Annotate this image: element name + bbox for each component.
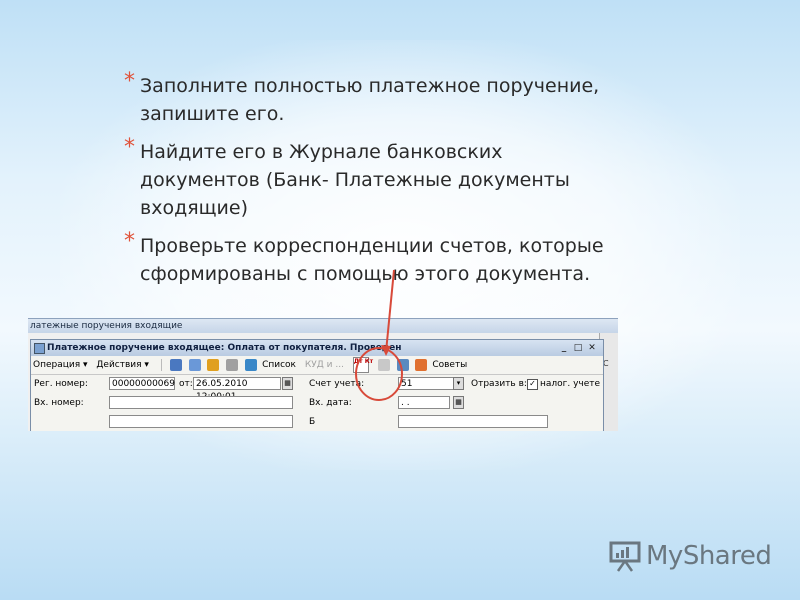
tax-checkbox[interactable]: ✓ xyxy=(527,379,538,390)
in-number-input[interactable] xyxy=(109,396,293,409)
asterisk-icon: * xyxy=(124,229,135,254)
kud-button[interactable]: КУД и ... xyxy=(305,356,344,374)
minimize-button[interactable]: _ xyxy=(557,340,571,356)
form-row-partial: Б xyxy=(31,413,603,431)
bullet-text: Заполните полностью платежное поручение,… xyxy=(140,75,600,125)
in-date-input[interactable]: . . xyxy=(398,396,450,409)
form-row-reg: Рег. номер: 00000000069 от: 26.05.2010 1… xyxy=(31,375,603,402)
partial-label: Б xyxy=(309,417,316,427)
operation-menu[interactable]: Операция ▾ xyxy=(33,356,88,374)
window-title: Платежное поручение входящее: Оплата от … xyxy=(47,343,402,353)
account-label: Счет учета: xyxy=(309,379,365,389)
account-input[interactable]: 51 xyxy=(398,377,456,390)
from-label: от: xyxy=(179,379,193,389)
toolbar: Операция ▾ Действия ▾ Список КУД и ... Д… xyxy=(31,356,603,375)
window-controls: _ □ ✕ xyxy=(557,340,599,356)
settings-icon[interactable] xyxy=(396,358,409,371)
asterisk-icon: * xyxy=(124,135,135,160)
in-date-label: Вх. дата: xyxy=(309,398,352,408)
in-number-label: Вх. номер: xyxy=(34,398,84,408)
close-button[interactable]: ✕ xyxy=(585,340,599,356)
list-button[interactable]: Список xyxy=(262,356,296,374)
embedded-screenshot: латежные поручения входящие С Платежное … xyxy=(28,318,618,431)
account-dropdown-button[interactable]: ▾ xyxy=(453,377,464,390)
partial-input[interactable] xyxy=(109,415,293,428)
tips-icon[interactable] xyxy=(415,358,428,371)
document-window: Платежное поручение входящее: Оплата от … xyxy=(30,339,604,431)
post-icon[interactable] xyxy=(207,358,220,371)
maximize-button[interactable]: □ xyxy=(571,340,585,356)
myshared-logo: MyShared xyxy=(608,536,772,576)
date-input[interactable]: 26.05.2010 12:00:01 xyxy=(193,377,281,402)
back-arrow-icon[interactable] xyxy=(169,358,182,371)
actions-menu[interactable]: Действия ▾ xyxy=(96,356,149,374)
bullet-item: * Заполните полностью платежное поручени… xyxy=(124,69,684,128)
tips-button[interactable]: Советы xyxy=(432,356,467,374)
window-titlebar: Платежное поручение входящее: Оплата от … xyxy=(31,340,603,356)
print-icon[interactable] xyxy=(226,358,239,371)
bullet-item: * Найдите его в Журнале банковских докум… xyxy=(124,135,684,222)
bullet-item: * Проверьте корреспонденции счетов, кото… xyxy=(124,229,684,288)
tax-label: налог. учете xyxy=(540,379,601,389)
bullet-list: * Заполните полностью платежное поручени… xyxy=(124,69,684,298)
bullet-text: Найдите его в Журнале банковских докумен… xyxy=(140,141,570,219)
reg-number-label: Рег. номер: xyxy=(34,379,88,389)
in-date-calendar-button[interactable]: ▦ xyxy=(453,396,464,409)
partial-input-2[interactable] xyxy=(398,415,548,428)
form-row-in: Вх. номер: Вх. дата: . . ▦ xyxy=(31,394,603,413)
presentation-board-icon xyxy=(609,541,641,572)
document-icon xyxy=(34,343,45,354)
toolbar-separator xyxy=(160,358,162,371)
reg-number-input[interactable]: 00000000069 xyxy=(109,377,175,390)
asterisk-icon: * xyxy=(124,69,135,94)
structure-icon[interactable] xyxy=(245,358,258,371)
calendar-button[interactable]: ▦ xyxy=(282,377,293,390)
save-icon[interactable] xyxy=(188,358,201,371)
outer-window-title: латежные поручения входящие xyxy=(28,319,618,333)
reflect-label: Отразить в: xyxy=(471,379,527,389)
bullet-text: Проверьте корреспонденции счетов, которы… xyxy=(140,235,604,285)
dt-kt-button[interactable]: Дт Кт xyxy=(352,356,373,373)
logo-text: MyShared xyxy=(646,541,772,571)
document-structure-icon[interactable] xyxy=(377,358,390,371)
